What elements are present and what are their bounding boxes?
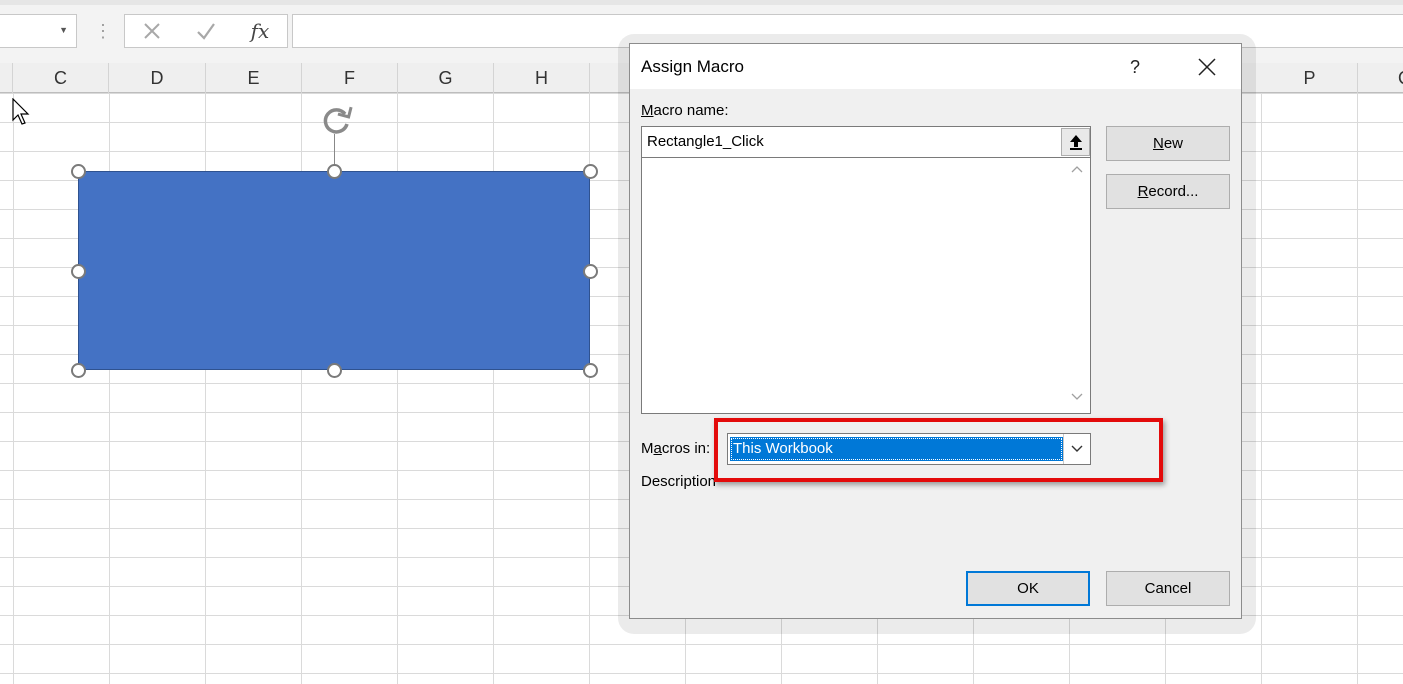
scroll-down-icon[interactable]	[1071, 392, 1083, 404]
resize-handle[interactable]	[71, 363, 86, 378]
macro-name-value: Rectangle1_Click	[647, 133, 764, 150]
list-scrollbar[interactable]	[1064, 158, 1090, 412]
assign-macro-dialog: Assign Macro ? Macro name: Rectangle1_Cl…	[629, 43, 1242, 619]
macro-name-input[interactable]: Rectangle1_Click	[641, 126, 1091, 158]
name-box[interactable]: ▼	[0, 14, 77, 48]
record-button[interactable]: Record...	[1106, 174, 1230, 209]
highlight-annotation	[714, 418, 1163, 482]
column-header[interactable]: F	[302, 63, 398, 93]
column-header[interactable]: P	[1262, 63, 1358, 93]
column-header[interactable]: D	[109, 63, 206, 93]
column-header[interactable]: C	[13, 63, 109, 93]
column-header[interactable]: G	[398, 63, 494, 93]
rectangle-shape[interactable]	[78, 171, 590, 370]
macros-in-label: Macros in:	[641, 440, 711, 457]
macro-list[interactable]	[641, 158, 1091, 414]
formula-buttons: fx	[124, 14, 288, 48]
column-header[interactable]: E	[206, 63, 302, 93]
resize-handle[interactable]	[583, 164, 598, 179]
column-header[interactable]: Q	[1358, 63, 1403, 93]
new-button[interactable]: New	[1106, 126, 1230, 161]
mouse-cursor-icon	[12, 98, 30, 125]
rotate-handle-icon[interactable]	[318, 102, 358, 138]
description-label: Description	[641, 473, 717, 490]
cancel-entry-icon[interactable]	[125, 15, 179, 47]
cancel-button[interactable]: Cancel	[1106, 571, 1230, 606]
up-arrow-icon	[1069, 135, 1082, 150]
collapse-button[interactable]	[1061, 128, 1090, 156]
resize-handle[interactable]	[583, 264, 598, 279]
dialog-title-bar[interactable]: Assign Macro ?	[630, 44, 1241, 89]
resize-handle[interactable]	[583, 363, 598, 378]
scroll-up-icon[interactable]	[1071, 164, 1083, 176]
dialog-title: Assign Macro	[641, 57, 744, 76]
fx-icon: fx	[250, 19, 270, 43]
resize-handle[interactable]	[71, 264, 86, 279]
close-button[interactable]	[1190, 51, 1224, 83]
ok-button[interactable]: OK	[966, 571, 1090, 606]
help-button[interactable]: ?	[1120, 52, 1150, 82]
column-header[interactable]	[0, 63, 13, 93]
insert-function-button[interactable]: fx	[233, 15, 287, 47]
close-icon	[1198, 58, 1216, 76]
formula-bar-resize-icon[interactable]: ⋮	[94, 19, 112, 43]
resize-handle[interactable]	[71, 164, 86, 179]
name-box-dropdown-icon[interactable]: ▼	[59, 25, 68, 35]
macro-name-label: Macro name:	[641, 102, 729, 119]
enter-entry-icon[interactable]	[179, 15, 233, 47]
excel-window: ▼ ⋮ fx C D E F G H P Q	[0, 0, 1403, 684]
resize-handle[interactable]	[327, 164, 342, 179]
column-header[interactable]: H	[494, 63, 590, 93]
resize-handle[interactable]	[327, 363, 342, 378]
